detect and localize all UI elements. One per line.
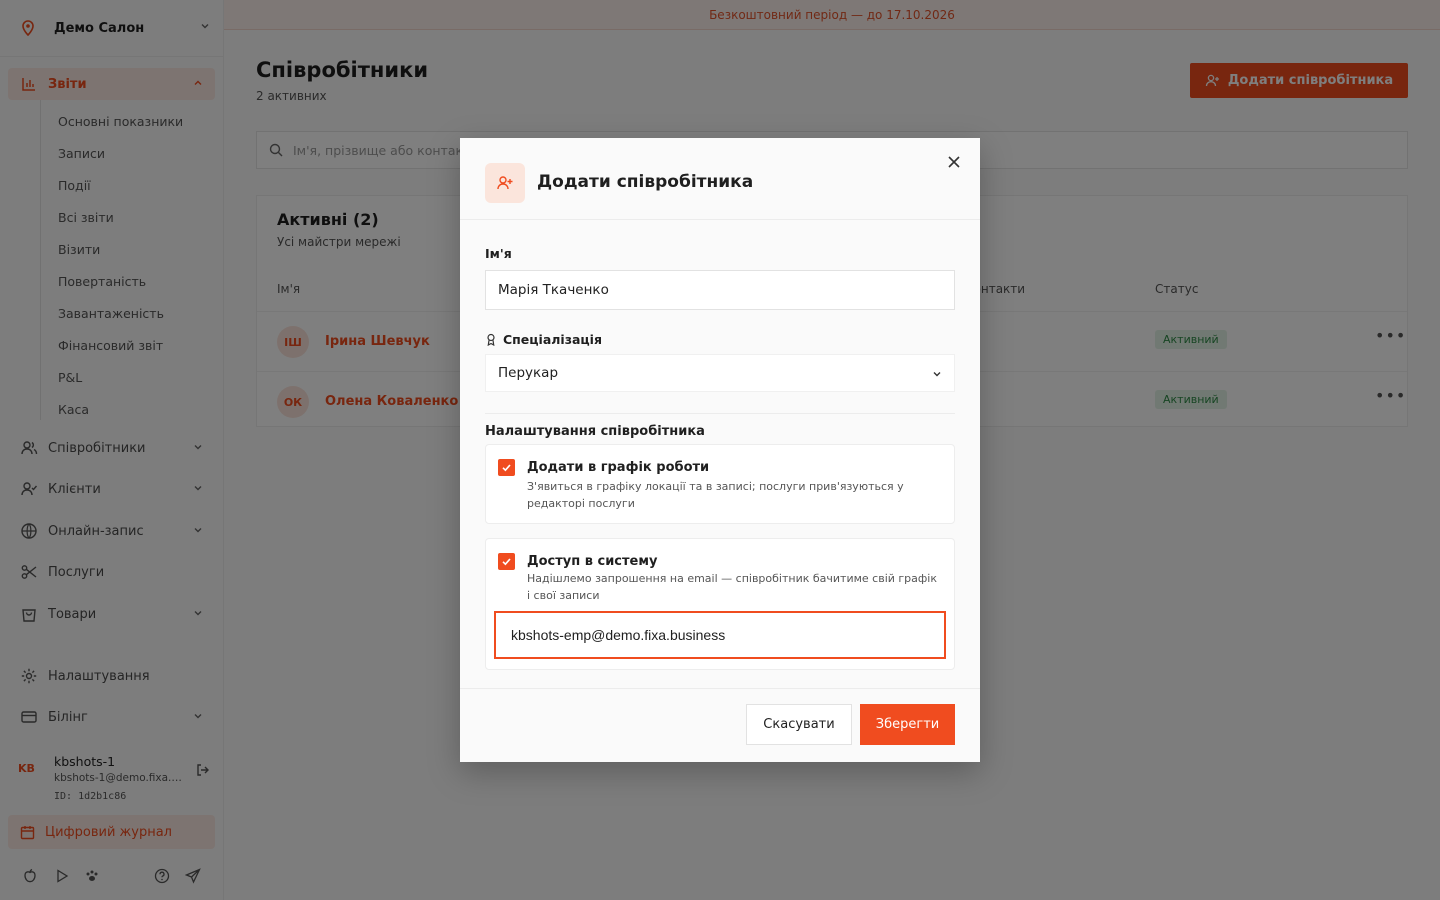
- schedule-checkbox[interactable]: [498, 459, 515, 476]
- check-icon: [502, 558, 511, 566]
- divider: [460, 688, 980, 689]
- award-icon: [487, 333, 495, 346]
- name-label: Ім'я: [485, 246, 512, 261]
- dialog-title: Додати співробітника: [537, 172, 754, 192]
- specialization-label-row: Спеціалізація: [485, 332, 602, 347]
- add-employee-dialog: Додати співробітника Ім'я Марія Ткаченко…: [460, 138, 980, 762]
- divider: [485, 413, 955, 414]
- check-icon: [502, 464, 511, 472]
- save-button[interactable]: Зберегти: [860, 704, 955, 745]
- dialog-header: Додати співробітника: [460, 138, 980, 220]
- access-checkbox[interactable]: [498, 553, 515, 570]
- name-field[interactable]: Марія Ткаченко: [485, 270, 955, 310]
- name-value: Марія Ткаченко: [498, 282, 609, 298]
- close-icon[interactable]: [947, 155, 961, 169]
- specialization-value: Перукар: [498, 365, 559, 381]
- email-field[interactable]: kbshots-emp@demo.fixa.business: [494, 611, 946, 659]
- schedule-option[interactable]: Додати в графік роботи З'явиться в графі…: [485, 444, 955, 524]
- cancel-button[interactable]: Скасувати: [746, 704, 852, 745]
- access-title: Доступ в систему: [527, 554, 658, 569]
- email-value: kbshots-emp@demo.fixa.business: [511, 627, 726, 643]
- user-plus-icon: [485, 163, 525, 203]
- specialization-label: Спеціалізація: [503, 332, 602, 347]
- schedule-description: З'явиться в графіку локації та в записі;…: [527, 480, 904, 510]
- schedule-title: Додати в графік роботи: [527, 460, 710, 475]
- access-description: Надішлемо запрошення на email — співробі…: [527, 572, 937, 602]
- settings-heading: Налаштування співробітника: [485, 424, 705, 439]
- specialization-select[interactable]: Перукар: [485, 354, 955, 392]
- chevron-down-icon: [933, 372, 941, 377]
